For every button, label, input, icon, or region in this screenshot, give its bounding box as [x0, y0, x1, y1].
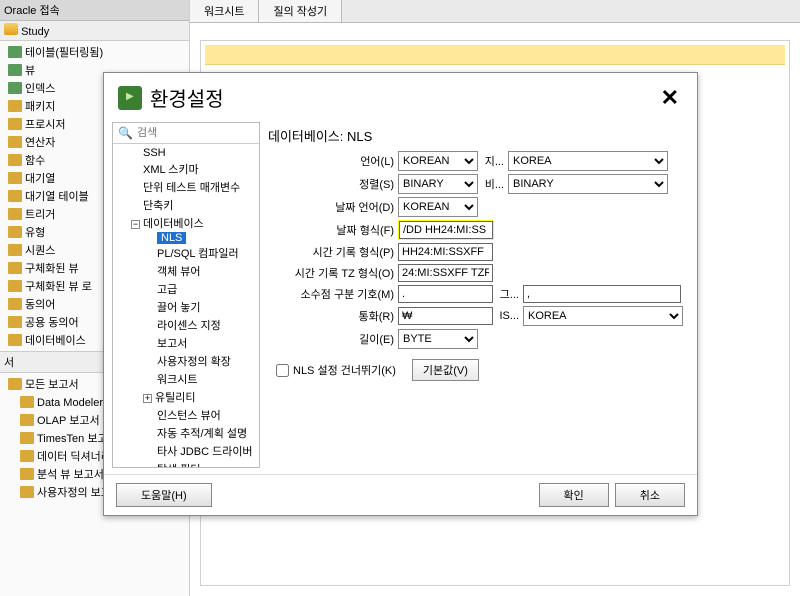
tree-advanced[interactable]: 고급 — [113, 280, 259, 298]
panel-title: 데이터베이스: NLS — [268, 126, 683, 151]
select-language[interactable]: KOREAN — [398, 151, 478, 171]
help-button[interactable]: 도움말(H) — [116, 483, 212, 507]
highlight-date-format — [398, 220, 494, 240]
preferences-icon — [118, 86, 142, 110]
input-currency[interactable] — [398, 307, 493, 325]
cancel-button[interactable]: 취소 — [615, 483, 685, 507]
input-time-tz-format[interactable] — [398, 264, 493, 282]
tree-database[interactable]: −데이터베이스 — [113, 214, 259, 232]
tree-jdbc[interactable]: 타사 JDBC 드라이버 — [113, 442, 259, 460]
tree-instview[interactable]: 인스턴스 뷰어 — [113, 406, 259, 424]
input-decimal[interactable] — [398, 285, 493, 303]
tree-userext[interactable]: 사용자정의 확장 — [113, 352, 259, 370]
table-icon — [8, 46, 22, 58]
search-box: 🔍 — [113, 123, 259, 144]
tree-autotrace[interactable]: 자동 추적/계획 설명 — [113, 424, 259, 442]
label-currency: 통화(R) — [268, 308, 394, 324]
collapse-icon[interactable]: − — [131, 220, 140, 229]
select-iso-currency[interactable]: KOREA — [523, 306, 683, 326]
tree-navfilter[interactable]: 탐색 필터 — [113, 460, 259, 467]
worksheet-tabs[interactable]: 워크시트 질의 작성기 — [190, 0, 800, 23]
label-sort: 정렬(S) — [268, 176, 394, 192]
label-time-tz-format: 시간 기록 TZ 형식(O) — [268, 265, 394, 281]
checkbox-skip-nls[interactable] — [276, 364, 289, 377]
label-comp: 비... — [482, 176, 504, 192]
label-language: 언어(L) — [268, 153, 394, 169]
tree-utility[interactable]: +유틸리티 — [113, 388, 259, 406]
tree-shortcut[interactable]: 단축키 — [113, 196, 259, 214]
search-input[interactable] — [137, 127, 254, 139]
label-territory: 지... — [482, 153, 504, 169]
label-date-format: 날짜 형식(F) — [268, 222, 394, 238]
tree-report[interactable]: 보고서 — [113, 334, 259, 352]
tree-ssh[interactable]: SSH — [113, 146, 259, 160]
tab-worksheet[interactable]: 워크시트 — [190, 0, 259, 22]
default-button[interactable]: 기본값(V) — [412, 359, 479, 381]
preferences-tree[interactable]: SSH XML 스키마 단위 테스트 매개변수 단축키 −데이터베이스 NLS … — [113, 144, 259, 467]
tree-unit[interactable]: 단위 테스트 매개변수 — [113, 178, 259, 196]
label-time-format: 시간 기록 형식(P) — [268, 244, 394, 260]
input-date-format[interactable] — [399, 221, 493, 239]
select-length[interactable]: BYTE — [398, 329, 478, 349]
tree-nls[interactable]: NLS — [157, 232, 186, 244]
label-decimal: 소수점 구분 기호(M) — [268, 286, 394, 302]
select-sort[interactable]: BINARY — [398, 174, 478, 194]
tree-drag[interactable]: 끌어 놓기 — [113, 298, 259, 316]
tree-license[interactable]: 라이센스 지정 — [113, 316, 259, 334]
expand-icon[interactable]: + — [143, 394, 152, 403]
tree-plsql[interactable]: PL/SQL 컴파일러 — [113, 244, 259, 262]
worksheet-highlight — [205, 45, 785, 65]
tab-query-builder[interactable]: 질의 작성기 — [259, 0, 342, 22]
label-length: 길이(E) — [268, 331, 394, 347]
select-date-lang[interactable]: KOREAN — [398, 197, 478, 217]
select-territory[interactable]: KOREA — [508, 151, 668, 171]
preferences-dialog: 환경설정 ✕ 🔍 SSH XML 스키마 단위 테스트 매개변수 단축키 −데이… — [103, 72, 698, 516]
input-group[interactable] — [523, 285, 681, 303]
search-icon: 🔍 — [118, 126, 133, 140]
label-date-lang: 날짜 언어(D) — [268, 199, 394, 215]
dialog-title: 환경설정 — [150, 83, 224, 112]
connection-name[interactable]: Study — [0, 21, 189, 41]
db-icon — [4, 23, 18, 35]
tree-xml[interactable]: XML 스키마 — [113, 160, 259, 178]
label-iso-currency: IS... — [497, 310, 519, 322]
tree-worksheet[interactable]: 워크시트 — [113, 370, 259, 388]
label-group: 그... — [497, 286, 519, 302]
tree-objview[interactable]: 객체 뷰어 — [113, 262, 259, 280]
connections-header: Oracle 접속 — [0, 0, 189, 21]
label-skip-nls: NLS 설정 건너뛰기(K) — [293, 362, 396, 378]
input-time-format[interactable] — [398, 243, 493, 261]
close-icon[interactable]: ✕ — [661, 85, 679, 111]
ok-button[interactable]: 확인 — [539, 483, 609, 507]
select-comp[interactable]: BINARY — [508, 174, 668, 194]
